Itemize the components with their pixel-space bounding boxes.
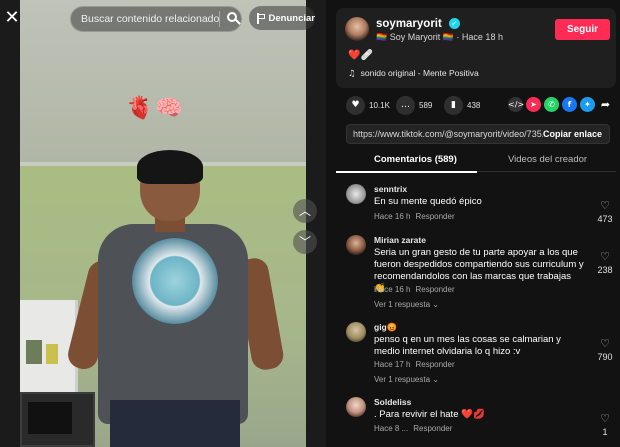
heart-outline-icon[interactable]: ♡ [600, 250, 610, 263]
video-frame[interactable]: 🫀🧠 [20, 0, 306, 447]
comment-time: Hace 16 h [374, 285, 411, 294]
comment-like-count: 790 [597, 352, 613, 362]
comment-time: Hace 8 ... [374, 424, 409, 433]
comment-item: Soldeliss . Para revivir el hate ❤️💋 Hac… [336, 397, 616, 447]
author-name[interactable]: soymaryorit [376, 18, 442, 30]
comment-item: senntrix En su mente quedó épico Hace 16… [336, 184, 616, 232]
like-action[interactable]: ♥ 10.1K [346, 96, 390, 115]
comment-text: En su mente quedó épico [374, 196, 482, 207]
share-arrow-icon[interactable]: ➦ [598, 97, 613, 112]
tab-bar: Comentarios (589) Videos del creador [336, 148, 616, 172]
anatomical-heart-emoji: 🫀 [126, 96, 154, 121]
comment-like[interactable]: ♡ 473 [594, 196, 616, 224]
comment-username[interactable]: senntrix [374, 184, 407, 194]
comment-meta: Hace 17 h Responder [374, 360, 455, 369]
shirt-logo [132, 238, 218, 324]
video-link[interactable]: https://www.tiktok.com/@soymaryorit/vide… [353, 129, 543, 139]
comment-like-count: 473 [597, 214, 613, 224]
comment-item: gig😡 penso q en un mes las cosas se calm… [336, 322, 616, 390]
twitter-icon[interactable]: ✦ [580, 97, 595, 112]
reply-button[interactable]: Responder [415, 360, 454, 369]
comment-username[interactable]: gig😡 [374, 322, 397, 333]
person-hair [137, 150, 203, 184]
tab-comments[interactable]: Comentarios (589) [374, 154, 457, 165]
comment-like[interactable]: ♡ 1 [594, 409, 616, 437]
emoji-overlay: 🫀🧠 [126, 96, 185, 121]
comment-icon[interactable]: … [396, 96, 415, 115]
chevron-down-icon[interactable]: ﹀ [293, 230, 317, 254]
side-panel: soymaryorit ✓ 🏳️‍🌈 Soy Maryorit 🏳️‍🌈 · H… [326, 0, 620, 447]
comment-text: . Para revivir el hate ❤️💋 [374, 409, 485, 420]
bookmark-icon[interactable]: ▮ [444, 96, 463, 115]
facebook-icon[interactable]: f [562, 97, 577, 112]
search-icon[interactable] [220, 7, 241, 31]
verified-icon: ✓ [449, 18, 460, 29]
send-icon[interactable]: ➤ [526, 97, 541, 112]
embed-icon[interactable]: </> [508, 97, 524, 112]
view-replies-button[interactable]: Ver 1 respuesta ⌄ [374, 300, 439, 309]
music-line[interactable]: ♫ sonido original - Mente Positiva [348, 68, 479, 79]
comment-text: penso q en un mes las cosas se calmarian… [374, 334, 561, 357]
music-title: sonido original - Mente Positiva [360, 68, 479, 78]
link-box: https://www.tiktok.com/@soymaryorit/vide… [346, 124, 610, 144]
comment-meta: Hace 8 ... Responder [374, 424, 452, 433]
comment-username[interactable]: Mirian zarate [374, 235, 426, 245]
comment-meta: Hace 16 h Responder [374, 285, 455, 294]
close-icon[interactable]: ✕ [2, 8, 22, 28]
search-bar[interactable]: Buscar contenido relacionado [70, 6, 242, 32]
heart-icon[interactable]: ♥ [346, 96, 365, 115]
comment-like-count: 1 [602, 427, 608, 437]
comment-meta: Hace 16 h Responder [374, 212, 455, 221]
video-caption: ❤️🩹 [348, 50, 373, 61]
flag-icon [257, 12, 265, 24]
comment-time: Hace 16 h [374, 212, 411, 221]
video-player[interactable]: 🫀🧠 ✕ Buscar contenido relacionado Denunc… [0, 0, 326, 447]
shelf-item [26, 340, 42, 364]
comment-like-count: 238 [597, 265, 613, 275]
author-card: soymaryorit ✓ 🏳️‍🌈 Soy Maryorit 🏳️‍🌈 · H… [336, 8, 616, 88]
comment-avatar[interactable] [346, 184, 366, 204]
reply-button[interactable]: Responder [415, 285, 454, 294]
copy-link-button[interactable]: Copiar enlace [543, 129, 602, 139]
tab-creator-videos[interactable]: Videos del creador [508, 154, 587, 165]
save-action[interactable]: ▮ 438 [444, 96, 480, 115]
author-subtitle: 🏳️‍🌈 Soy Maryorit 🏳️‍🌈 · Hace 18 h [376, 32, 503, 42]
follow-button[interactable]: Seguir [555, 19, 610, 40]
microwave [20, 392, 95, 447]
comment-action[interactable]: … 589 [396, 96, 432, 115]
search-input[interactable]: Buscar contenido relacionado [81, 13, 219, 25]
active-tab-indicator [336, 171, 477, 173]
action-bar: ♥ 10.1K … 589 ▮ 438 </> ➤ ✆ f ✦ ➦ [336, 94, 616, 118]
heart-outline-icon[interactable]: ♡ [600, 199, 610, 212]
comment-avatar[interactable] [346, 235, 366, 255]
view-replies-button[interactable]: Ver 1 respuesta ⌄ [374, 375, 439, 384]
save-count: 438 [467, 101, 481, 110]
report-button[interactable]: Denunciar [249, 6, 315, 30]
shelf-item [46, 344, 58, 364]
comment-item: Mirian zarate Seria un gran gesto de tu … [336, 235, 616, 313]
comment-time: Hace 17 h [374, 360, 411, 369]
microwave-window [28, 402, 72, 434]
music-note-icon: ♫ [348, 69, 356, 79]
heart-outline-icon[interactable]: ♡ [600, 337, 610, 350]
like-count: 10.1K [369, 101, 390, 110]
heart-outline-icon[interactable]: ♡ [600, 412, 610, 425]
author-avatar[interactable] [345, 17, 369, 41]
chevron-up-icon[interactable]: ︿ [293, 199, 317, 223]
reply-button[interactable]: Responder [413, 424, 452, 433]
comment-like[interactable]: ♡ 790 [594, 334, 616, 362]
person-pants [110, 400, 240, 447]
comment-avatar[interactable] [346, 322, 366, 342]
comment-avatar[interactable] [346, 397, 366, 417]
comment-count: 589 [419, 101, 433, 110]
comment-username[interactable]: Soldeliss [374, 397, 411, 407]
report-label: Denunciar [268, 12, 315, 24]
brain-emoji: 🧠 [155, 96, 183, 121]
whatsapp-icon[interactable]: ✆ [544, 97, 559, 112]
comment-like[interactable]: ♡ 238 [594, 247, 616, 275]
reply-button[interactable]: Responder [415, 212, 454, 221]
